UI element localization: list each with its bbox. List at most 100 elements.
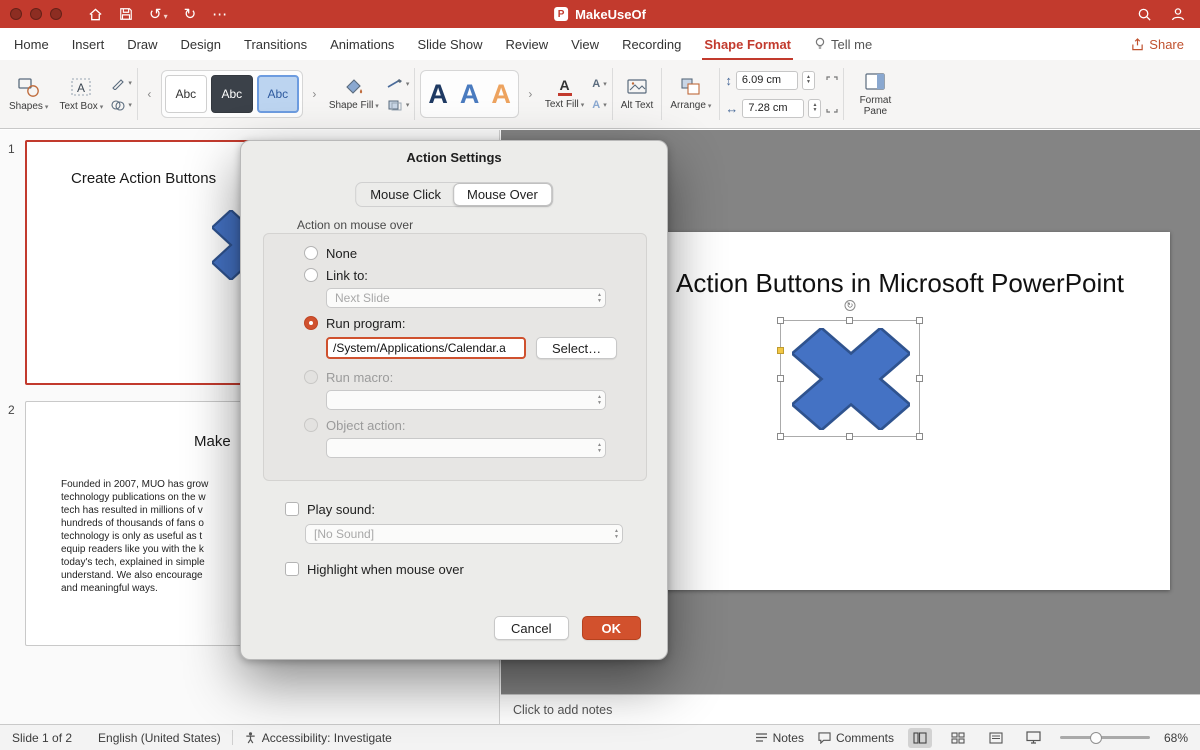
wordart-option-2[interactable]: A bbox=[456, 81, 484, 108]
zoom-slider[interactable] bbox=[1060, 736, 1150, 739]
size-options-icon[interactable] bbox=[826, 76, 838, 88]
highlight-checkbox[interactable] bbox=[285, 562, 299, 576]
resize-handle-sw[interactable] bbox=[777, 433, 784, 440]
adjust-handle[interactable] bbox=[777, 347, 784, 354]
shape-effects-button[interactable]: ▾ bbox=[387, 99, 410, 111]
shape-width-input[interactable]: 7.28 cm bbox=[742, 99, 804, 118]
tab-animations[interactable]: Animations bbox=[330, 37, 394, 52]
tab-draw[interactable]: Draw bbox=[127, 37, 157, 52]
edit-shape-button[interactable]: ▾ bbox=[111, 77, 132, 90]
undo-icon[interactable]: ↺▾ bbox=[149, 7, 168, 22]
shape-style-option-2[interactable]: Abc bbox=[211, 75, 253, 113]
text-box-icon: A bbox=[69, 76, 93, 98]
play-sound-option[interactable]: Play sound: bbox=[285, 500, 375, 518]
wordart-option-3[interactable]: A bbox=[487, 81, 515, 108]
highlight-option[interactable]: Highlight when mouse over bbox=[285, 560, 464, 578]
share-icon bbox=[1131, 38, 1144, 51]
comments-toggle[interactable]: Comments bbox=[818, 731, 894, 745]
save-icon[interactable] bbox=[119, 7, 133, 21]
shape-outline-button[interactable]: ▾ bbox=[387, 78, 410, 90]
merge-shapes-button[interactable]: ▾ bbox=[111, 99, 132, 112]
tab-recording[interactable]: Recording bbox=[622, 37, 681, 52]
shape-selection-box[interactable]: ↻ bbox=[780, 320, 920, 437]
resize-handle-s[interactable] bbox=[846, 433, 853, 440]
tab-transitions[interactable]: Transitions bbox=[244, 37, 307, 52]
resize-handle-n[interactable] bbox=[846, 317, 853, 324]
home-icon[interactable] bbox=[88, 7, 103, 22]
link-to-option[interactable]: Link to: bbox=[304, 264, 626, 286]
size-lock-icon[interactable] bbox=[826, 101, 838, 113]
tab-shape-format[interactable]: Shape Format bbox=[704, 37, 791, 52]
fullscreen-button[interactable] bbox=[50, 8, 62, 20]
run-macro-option: Run macro: bbox=[304, 366, 626, 388]
resize-handle-se[interactable] bbox=[916, 433, 923, 440]
slide-counter: Slide 1 of 2 bbox=[12, 731, 72, 745]
run-program-option[interactable]: Run program: bbox=[304, 312, 626, 334]
tab-home[interactable]: Home bbox=[14, 37, 49, 52]
slide-title[interactable]: Action Buttons in Microsoft PowerPoint bbox=[630, 268, 1170, 299]
tab-view[interactable]: View bbox=[571, 37, 599, 52]
text-box-button[interactable]: A Text Box▾ bbox=[56, 74, 106, 114]
text-outline-button[interactable]: A▾ bbox=[592, 78, 606, 90]
slide-sorter-view-button[interactable] bbox=[946, 728, 970, 748]
shape-styles-next-icon[interactable]: › bbox=[308, 74, 321, 114]
x-shape[interactable] bbox=[792, 328, 910, 430]
run-program-input[interactable] bbox=[326, 337, 526, 359]
tell-me-button[interactable]: Tell me bbox=[814, 37, 872, 52]
shape-style-option-3-selected[interactable]: Abc bbox=[257, 75, 299, 113]
none-option[interactable]: None bbox=[304, 242, 626, 264]
normal-view-button[interactable] bbox=[908, 728, 932, 748]
language-button[interactable]: English (United States) bbox=[98, 731, 221, 745]
reading-view-button[interactable] bbox=[984, 728, 1008, 748]
account-icon[interactable] bbox=[1170, 6, 1186, 22]
more-commands-icon[interactable]: ⋯ bbox=[212, 7, 227, 22]
notes-pane[interactable]: Click to add notes bbox=[501, 694, 1200, 724]
run-program-radio[interactable] bbox=[304, 316, 318, 330]
tab-design[interactable]: Design bbox=[181, 37, 221, 52]
slideshow-view-button[interactable] bbox=[1022, 728, 1046, 748]
play-sound-checkbox[interactable] bbox=[285, 502, 299, 516]
zoom-slider-knob[interactable] bbox=[1090, 732, 1102, 744]
tab-mouse-over[interactable]: Mouse Over bbox=[453, 183, 552, 206]
ok-button[interactable]: OK bbox=[582, 616, 642, 640]
arrange-button[interactable]: Arrange▾ bbox=[667, 75, 714, 113]
tab-mouse-click[interactable]: Mouse Click bbox=[357, 184, 454, 205]
redo-icon[interactable]: ↻ bbox=[184, 7, 197, 22]
cancel-button[interactable]: Cancel bbox=[494, 616, 568, 640]
resize-handle-e[interactable] bbox=[916, 375, 923, 382]
close-button[interactable] bbox=[10, 8, 22, 20]
shapes-button[interactable]: Shapes▾ bbox=[6, 74, 51, 114]
accessibility-icon bbox=[244, 731, 257, 744]
resize-handle-ne[interactable] bbox=[916, 317, 923, 324]
wordart-option-1[interactable]: A bbox=[424, 81, 452, 108]
shape-fill-button[interactable]: Shape Fill▾ bbox=[326, 75, 382, 113]
current-slide[interactable]: Action Buttons in Microsoft PowerPoint ↻ bbox=[630, 232, 1170, 590]
search-icon[interactable] bbox=[1137, 7, 1152, 22]
minimize-button[interactable] bbox=[30, 8, 42, 20]
svg-text:A: A bbox=[77, 81, 85, 95]
select-program-button[interactable]: Select… bbox=[536, 337, 617, 359]
alt-text-button[interactable]: Alt Text bbox=[618, 75, 657, 113]
height-stepper[interactable]: ▲▼ bbox=[802, 71, 815, 90]
link-to-radio[interactable] bbox=[304, 268, 318, 282]
shape-height-input[interactable]: 6.09 cm bbox=[736, 71, 798, 90]
wordart-styles-next-icon[interactable]: › bbox=[524, 74, 537, 114]
width-stepper[interactable]: ▲▼ bbox=[808, 99, 821, 118]
share-button[interactable]: Share bbox=[1131, 37, 1184, 52]
status-bar: Slide 1 of 2 English (United States) Acc… bbox=[0, 724, 1200, 750]
notes-toggle[interactable]: Notes bbox=[755, 731, 804, 745]
zoom-level[interactable]: 68% bbox=[1164, 731, 1188, 745]
shape-styles-prev-icon[interactable]: ‹ bbox=[143, 74, 156, 114]
tab-insert[interactable]: Insert bbox=[72, 37, 105, 52]
shape-style-option-1[interactable]: Abc bbox=[165, 75, 207, 113]
format-pane-button[interactable]: Format Pane bbox=[849, 70, 901, 119]
text-fill-button[interactable]: A Text Fill▾ bbox=[542, 76, 587, 112]
resize-handle-w[interactable] bbox=[777, 375, 784, 382]
tab-review[interactable]: Review bbox=[505, 37, 548, 52]
none-radio[interactable] bbox=[304, 246, 318, 260]
resize-handle-nw[interactable] bbox=[777, 317, 784, 324]
text-effects-button[interactable]: A▾ bbox=[592, 99, 606, 111]
tab-slide-show[interactable]: Slide Show bbox=[417, 37, 482, 52]
rotate-handle[interactable]: ↻ bbox=[845, 300, 856, 311]
accessibility-status[interactable]: Accessibility: Investigate bbox=[244, 731, 392, 745]
